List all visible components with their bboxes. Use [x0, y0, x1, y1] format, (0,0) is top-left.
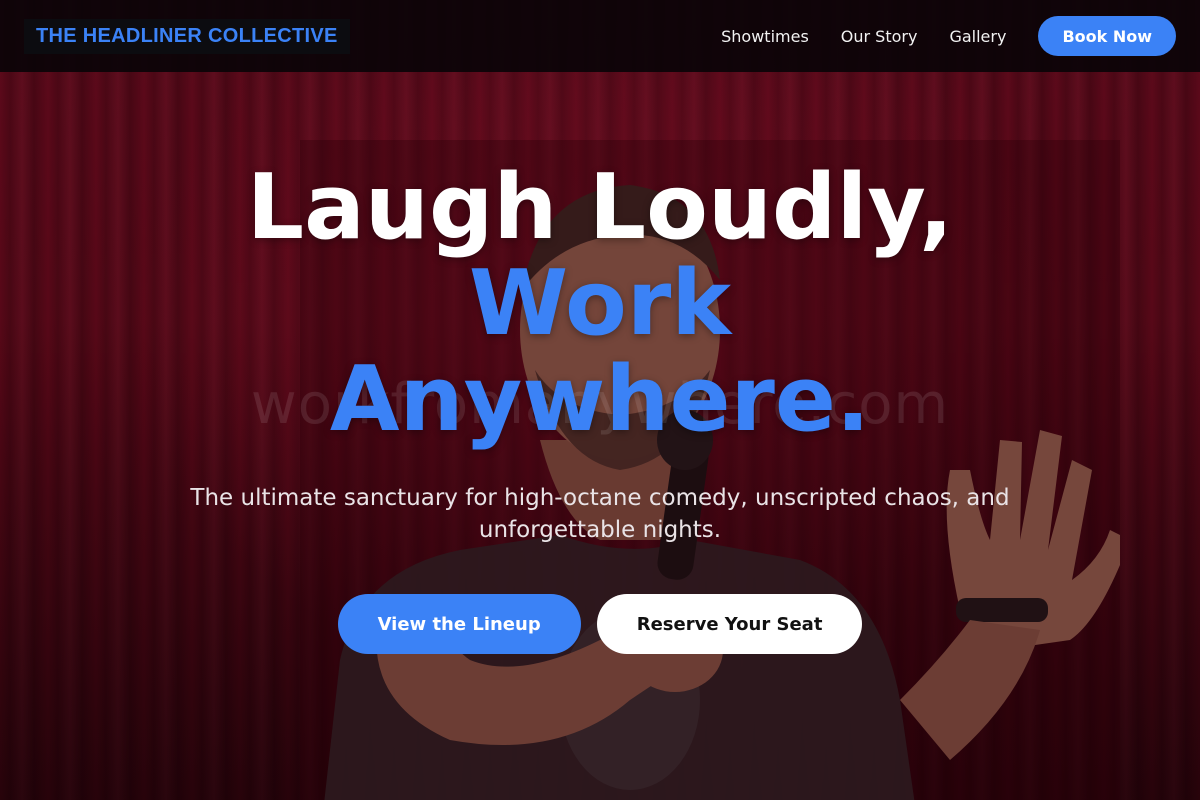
view-lineup-button[interactable]: View the Lineup — [337, 594, 581, 654]
nav-link-our-story[interactable]: Our Story — [841, 27, 918, 46]
headline-line-2: Work — [468, 251, 732, 356]
nav-link-showtimes[interactable]: Showtimes — [721, 27, 809, 46]
hero-headline: Laugh Loudly, Work Anywhere. — [0, 160, 1200, 448]
hero-cta-row: View the Lineup Reserve Your Seat — [0, 594, 1200, 654]
headline-line-1: Laugh Loudly, — [246, 155, 954, 260]
nav-link-gallery[interactable]: Gallery — [949, 27, 1006, 46]
hero-section: Laugh Loudly, Work Anywhere. The ultimat… — [0, 160, 1200, 654]
book-now-button[interactable]: Book Now — [1038, 16, 1176, 56]
hero-subtitle: The ultimate sanctuary for high-octane c… — [190, 485, 1010, 543]
headline-line-3: Anywhere. — [329, 347, 871, 452]
nav-links: Showtimes Our Story Gallery Book Now — [689, 16, 1176, 56]
brand-logo[interactable]: THE HEADLINER COLLECTIVE — [24, 18, 350, 54]
top-navbar: THE HEADLINER COLLECTIVE Showtimes Our S… — [0, 0, 1200, 72]
reserve-seat-button[interactable]: Reserve Your Seat — [596, 594, 863, 654]
